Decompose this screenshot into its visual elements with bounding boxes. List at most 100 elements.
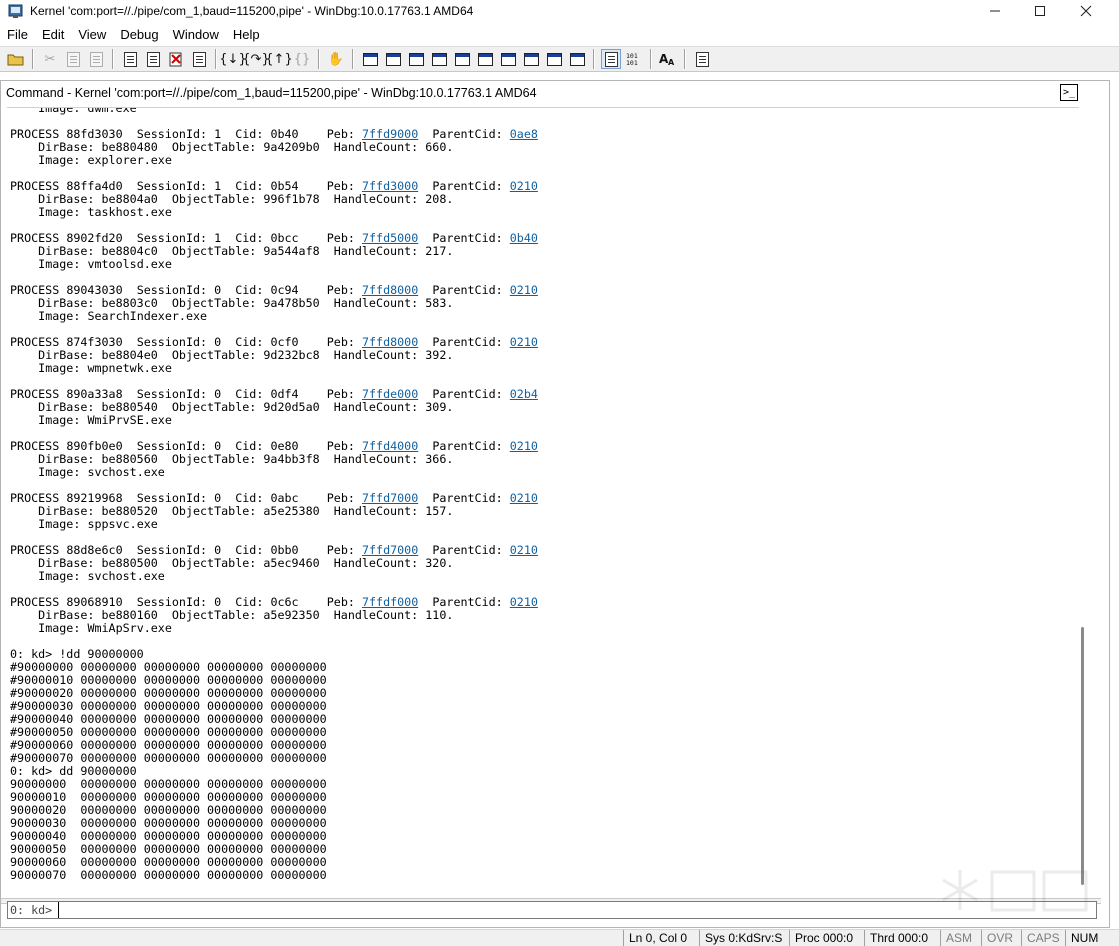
command-output[interactable]: Image: dwm.exe PROCESS 88fd3030 SessionI… — [7, 107, 1081, 897]
dirbase-label: DirBase: — [38, 400, 95, 414]
parent-cid-label: ParentCid: — [432, 491, 503, 505]
menu-view[interactable]: View — [71, 24, 113, 46]
parent-cid-link[interactable]: 0210 — [510, 491, 538, 505]
command-line: 0: kd> dd 90000000 — [10, 764, 137, 778]
command-prompt-icon[interactable]: >_ — [1060, 84, 1078, 101]
locals-window-icon[interactable] — [406, 49, 426, 69]
cid-value: 0b54 — [270, 179, 299, 193]
dirbase-value: be8803c0 — [101, 296, 158, 310]
output-vertical-scrollbar[interactable] — [1079, 107, 1087, 897]
process-label: PROCESS — [10, 283, 60, 297]
parent-cid-link[interactable]: 0210 — [510, 335, 538, 349]
registers-window-icon[interactable] — [429, 49, 449, 69]
menu-window[interactable]: Window — [166, 24, 226, 46]
parent-cid-link[interactable]: 0210 — [510, 439, 538, 453]
options-icon[interactable] — [692, 49, 712, 69]
peb-link[interactable]: 7ffd4000 — [362, 439, 418, 453]
dirbase-value: be880540 — [101, 400, 158, 414]
session-id: 0 — [214, 491, 222, 505]
source-mode-icon[interactable] — [567, 49, 587, 69]
object-table-value: 9a544af8 — [263, 244, 320, 258]
session-id: 0 — [214, 387, 222, 401]
cut-icon[interactable]: ✂ — [40, 49, 60, 69]
process-label: PROCESS — [10, 335, 60, 349]
dirbase-value: be880160 — [101, 608, 158, 622]
processes-threads-icon[interactable] — [544, 49, 564, 69]
paste-icon[interactable] — [86, 49, 106, 69]
memory-window-icon[interactable] — [452, 49, 472, 69]
cid-label: Cid: — [235, 283, 264, 297]
parent-cid-link[interactable]: 0210 — [510, 543, 538, 557]
peb-link[interactable]: 7ffd9000 — [362, 127, 418, 141]
memory-dump-row: 90000070 00000000 00000000 00000000 0000… — [10, 868, 327, 882]
menu-help[interactable]: Help — [226, 24, 267, 46]
disassembly-icon[interactable] — [498, 49, 518, 69]
handle-count-value: 320 — [425, 556, 447, 570]
process-address: 890a33a8 — [66, 387, 123, 401]
peb-link[interactable]: 7ffd8000 — [362, 283, 418, 297]
parent-cid-link[interactable]: 0b40 — [510, 231, 538, 245]
cid-label: Cid: — [235, 335, 264, 349]
image-label: Image: — [38, 309, 81, 323]
process-entry: PROCESS 89068910 SessionId: 0 Cid: 0c6c … — [10, 595, 538, 635]
handle-count-value: 208 — [425, 192, 447, 206]
go-icon[interactable] — [120, 49, 140, 69]
maximize-icon[interactable] — [1017, 0, 1063, 22]
copy-icon[interactable] — [63, 49, 83, 69]
menu-edit[interactable]: Edit — [35, 24, 71, 46]
run-to-cursor-icon[interactable]: {} — [292, 49, 312, 69]
object-table-label: ObjectTable: — [171, 140, 257, 154]
cid-value: 0c6c — [270, 595, 299, 609]
call-stack-icon[interactable] — [475, 49, 495, 69]
command-window-icon[interactable] — [360, 49, 380, 69]
process-label: PROCESS — [10, 491, 60, 505]
cid-value: 0cf0 — [270, 335, 299, 349]
peb-link[interactable]: 7ffd7000 — [362, 543, 418, 557]
watch-window-icon[interactable] — [383, 49, 403, 69]
minimize-icon[interactable] — [972, 0, 1018, 22]
peb-link[interactable]: 7ffd7000 — [362, 491, 418, 505]
parent-cid-link[interactable]: 02b4 — [510, 387, 538, 401]
session-id: 1 — [214, 179, 222, 193]
open-icon[interactable] — [6, 49, 26, 69]
parent-cid-link[interactable]: 0ae8 — [510, 127, 538, 141]
cid-label: Cid: — [235, 179, 264, 193]
menu-debug[interactable]: Debug — [113, 24, 165, 46]
status-line-col: Ln 0, Col 0 — [623, 930, 692, 946]
object-table-value: a5e92350 — [263, 608, 320, 622]
peb-link[interactable]: 7ffd3000 — [362, 179, 418, 193]
step-into-icon[interactable]: {↓} — [219, 49, 246, 69]
break-icon[interactable] — [189, 49, 209, 69]
peb-link[interactable]: 7ffde000 — [362, 387, 418, 401]
toolbar-separator — [650, 49, 652, 69]
object-table-value: a5ec9460 — [263, 556, 320, 570]
close-icon[interactable] — [1063, 0, 1109, 22]
peb-link[interactable]: 7ffdf000 — [362, 595, 418, 609]
menu-file[interactable]: File — [0, 24, 35, 46]
parent-cid-link[interactable]: 0210 — [510, 595, 538, 609]
command-window-title: Command - Kernel 'com:port=//./pipe/com_… — [6, 86, 537, 100]
stop-debugging-icon[interactable] — [166, 49, 186, 69]
parent-cid-link[interactable]: 0210 — [510, 283, 538, 297]
session-id: 1 — [214, 231, 222, 245]
session-label: SessionId: — [136, 543, 208, 557]
peb-link[interactable]: 7ffd8000 — [362, 335, 418, 349]
hand-icon[interactable]: ✋ — [326, 49, 346, 69]
step-out-icon[interactable]: {↑} — [265, 49, 292, 69]
parent-cid-link[interactable]: 0210 — [510, 179, 538, 193]
restart-icon[interactable] — [143, 49, 163, 69]
process-address: 88fd3030 — [66, 127, 123, 141]
image-name: wmpnetwk.exe — [87, 361, 172, 375]
source-view-toggle-icon[interactable] — [601, 49, 621, 69]
hex-mode-icon[interactable]: 101 101 — [624, 49, 644, 69]
session-label: SessionId: — [136, 439, 208, 453]
process-entry: PROCESS 88ffa4d0 SessionId: 1 Cid: 0b54 … — [10, 179, 538, 219]
scrollbar-thumb[interactable] — [1081, 627, 1084, 885]
image-name: sppsvc.exe — [87, 517, 158, 531]
scratch-pad-icon[interactable] — [521, 49, 541, 69]
peb-label: Peb: — [326, 595, 355, 609]
peb-link[interactable]: 7ffd5000 — [362, 231, 418, 245]
step-over-icon[interactable]: {↷} — [242, 49, 269, 69]
process-label: PROCESS — [10, 127, 60, 141]
font-icon[interactable]: AA — [658, 49, 678, 69]
